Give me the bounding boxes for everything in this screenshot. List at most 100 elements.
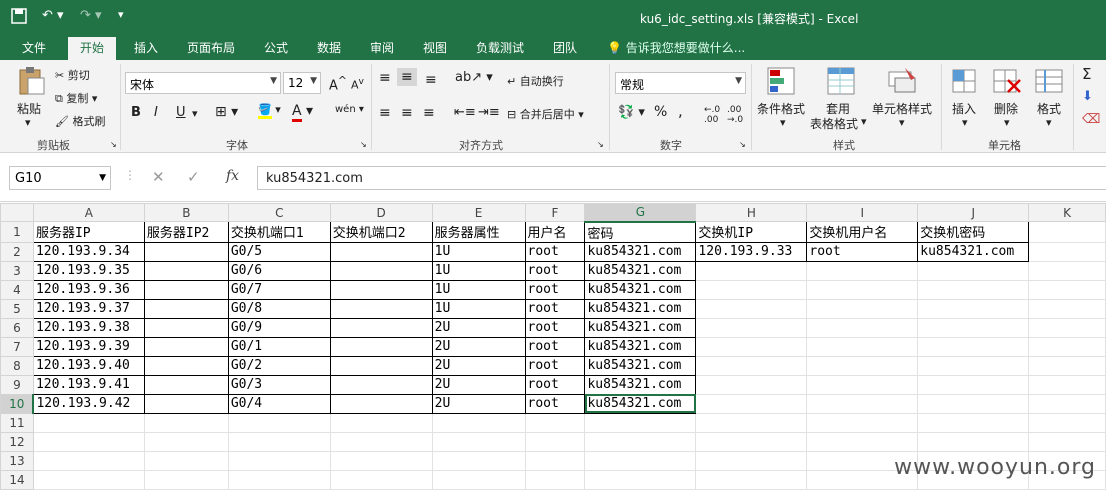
column-header-i[interactable]: I [806, 203, 919, 222]
tab-load-test[interactable]: 负载测试 [476, 39, 524, 56]
cell-d1[interactable]: 交换机端口2 [329, 221, 433, 243]
cell-i12[interactable] [806, 431, 919, 452]
tab-formulas[interactable]: 公式 [264, 39, 288, 56]
bold-button[interactable]: B [131, 105, 141, 120]
tab-data[interactable]: 数据 [317, 39, 341, 56]
cell-b10[interactable] [143, 393, 229, 414]
cell-j7[interactable] [917, 336, 1030, 357]
cell-i5[interactable] [806, 298, 919, 319]
paste-button[interactable] [16, 66, 46, 99]
cell-b2[interactable] [143, 241, 229, 262]
underline-button[interactable]: U [176, 105, 186, 120]
cell-h7[interactable] [695, 336, 808, 357]
cell-c4[interactable]: G0/7 [227, 279, 331, 300]
cell-k12[interactable] [1028, 431, 1106, 452]
align-left-icon[interactable]: ≡ [379, 105, 391, 121]
decrease-decimal-icon[interactable]: .00 →.0 [727, 105, 743, 125]
clear-icon[interactable]: ⌫ [1082, 112, 1100, 127]
row-header[interactable]: 8 [0, 355, 34, 376]
increase-indent-icon[interactable]: ⇥≡ [478, 105, 500, 120]
cell-h12[interactable] [695, 431, 808, 452]
cell-e12[interactable] [431, 431, 526, 452]
row-header[interactable]: 9 [0, 374, 34, 395]
cell-c1[interactable]: 交换机端口1 [227, 221, 331, 243]
cell-i4[interactable] [806, 279, 919, 300]
cell-i7[interactable] [806, 336, 919, 357]
cell-d5[interactable] [329, 298, 433, 319]
column-header-a[interactable]: A [32, 203, 145, 222]
grow-font-icon[interactable]: A^ [329, 74, 347, 93]
cell-c5[interactable]: G0/8 [227, 298, 331, 319]
insert-cells-button[interactable] [951, 66, 979, 99]
font-name-combo[interactable]: 宋体 ▼ [125, 72, 281, 94]
cell-f9[interactable]: root [524, 374, 586, 395]
cell-h13[interactable] [695, 450, 808, 471]
save-icon[interactable] [11, 8, 27, 28]
column-header-e[interactable]: E [431, 203, 526, 222]
increase-decimal-icon[interactable]: ←.0.00 [704, 105, 720, 125]
delete-label[interactable]: 删除 [994, 100, 1018, 117]
cell-c6[interactable]: G0/9 [227, 317, 331, 338]
column-header-k[interactable]: K [1028, 203, 1106, 222]
undo-icon[interactable]: ↶ ▾ [42, 8, 64, 23]
align-middle-icon[interactable]: ≡ [397, 68, 417, 86]
cell-d7[interactable] [329, 336, 433, 357]
fill-color-button[interactable]: 🪣 ▾ [258, 103, 281, 119]
column-header-j[interactable]: J [917, 203, 1030, 222]
tab-insert[interactable]: 插入 [134, 39, 158, 56]
conditional-format-label[interactable]: 条件格式 [757, 100, 805, 117]
cell-e1[interactable]: 服务器属性 [431, 221, 526, 243]
row-header[interactable]: 5 [0, 298, 34, 319]
cell-k3[interactable] [1028, 260, 1106, 281]
delete-cells-button[interactable] [992, 66, 1022, 99]
cell-c8[interactable]: G0/2 [227, 355, 331, 376]
format-cells-button[interactable] [1034, 66, 1064, 99]
cell-h4[interactable] [695, 279, 808, 300]
cell-styles-label[interactable]: 单元格样式 [872, 100, 932, 117]
cell-c12[interactable] [227, 431, 331, 452]
row-header[interactable]: 3 [0, 260, 34, 281]
cell-j5[interactable] [917, 298, 1030, 319]
cell-a6[interactable]: 120.193.9.38 [32, 317, 145, 338]
cell-f13[interactable] [524, 450, 586, 471]
wrap-text-button[interactable]: ↵ 自动换行 [507, 73, 564, 89]
cell-c9[interactable]: G0/3 [227, 374, 331, 395]
cell-i2[interactable]: root [806, 241, 919, 262]
cell-e8[interactable]: 2U [431, 355, 526, 376]
cell-k8[interactable] [1028, 355, 1106, 376]
align-right-icon[interactable]: ≡ [423, 105, 435, 121]
cell-f1[interactable]: 用户名 [524, 221, 586, 243]
cell-c10[interactable]: G0/4 [227, 393, 331, 414]
cell-b3[interactable] [143, 260, 229, 281]
comma-style-icon[interactable]: , [678, 102, 683, 120]
cell-f14[interactable] [524, 469, 586, 490]
cell-c7[interactable]: G0/1 [227, 336, 331, 357]
cell-j1[interactable]: 交换机密码 [917, 221, 1030, 243]
cell-e4[interactable]: 1U [431, 279, 526, 300]
cell-d6[interactable] [329, 317, 433, 338]
cell-j11[interactable] [917, 412, 1030, 433]
cell-c13[interactable] [227, 450, 331, 471]
cell-b1[interactable]: 服务器IP2 [143, 221, 229, 243]
cell-g3[interactable]: ku854321.com [584, 260, 697, 281]
accounting-format-icon[interactable]: 💱 ▾ [618, 105, 645, 120]
cell-g2[interactable]: ku854321.com [584, 241, 697, 262]
cell-e3[interactable]: 1U [431, 260, 526, 281]
cell-d13[interactable] [329, 450, 433, 471]
cell-j12[interactable] [917, 431, 1030, 452]
shrink-font-icon[interactable]: Av [351, 76, 364, 92]
customize-qat-icon[interactable]: ▾ [118, 8, 124, 21]
copy-button[interactable]: ⧉ 复制 ▾ [55, 90, 97, 106]
cell-f7[interactable]: root [524, 336, 586, 357]
redo-icon[interactable]: ↷ ▾ [80, 8, 102, 23]
cell-b4[interactable] [143, 279, 229, 300]
select-all-corner[interactable] [0, 203, 34, 222]
cell-d3[interactable] [329, 260, 433, 281]
cell-k10[interactable] [1028, 393, 1106, 414]
insert-function-icon[interactable]: fx [226, 168, 239, 184]
row-header[interactable]: 11 [0, 412, 34, 433]
chevron-down-icon[interactable]: ▾ [899, 116, 905, 129]
cell-h11[interactable] [695, 412, 808, 433]
orientation-icon[interactable]: ab↗ ▾ [455, 70, 493, 85]
row-header[interactable]: 4 [0, 279, 34, 300]
